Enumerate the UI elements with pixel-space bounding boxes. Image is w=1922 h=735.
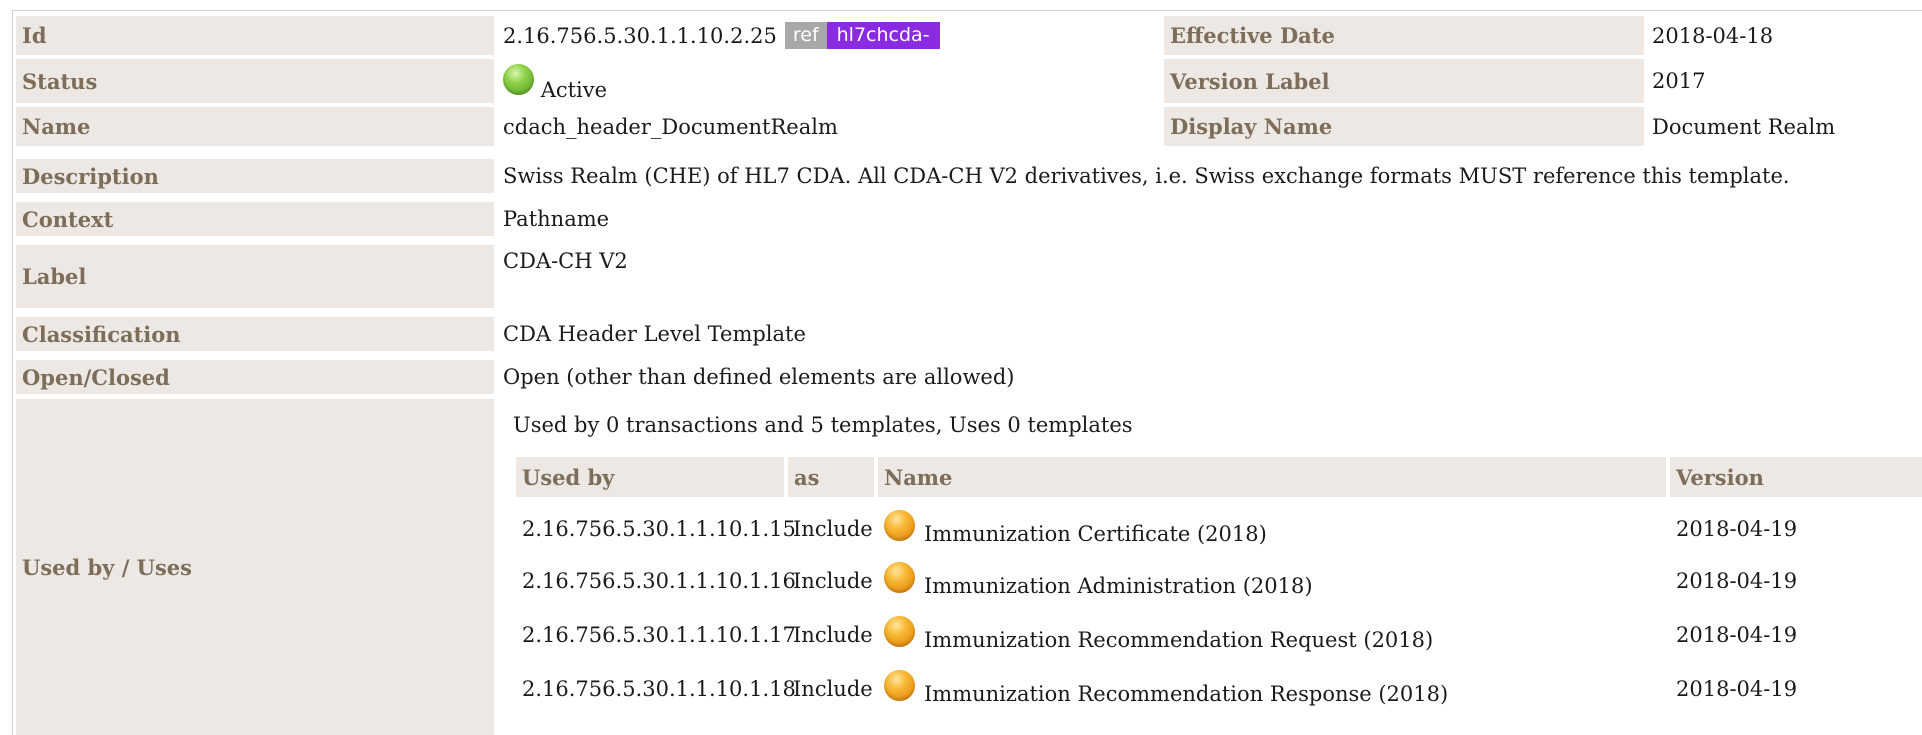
usage-row-as: Include	[793, 569, 873, 593]
id-label: Id	[16, 16, 494, 55]
name-value: cdach_header_DocumentRealm	[503, 114, 838, 139]
usage-header-name: Name	[878, 457, 1666, 497]
display-name-value: Document Realm	[1652, 114, 1836, 139]
usage-row-id[interactable]: 2.16.756.5.30.1.1.10.1.18	[522, 677, 796, 701]
status-draft-icon	[884, 562, 915, 593]
usage-row-id[interactable]: 2.16.756.5.30.1.1.10.1.17	[522, 623, 796, 647]
description-label: Description	[16, 159, 494, 193]
usage-row-name[interactable]: Immunization Recommendation Response (20…	[924, 682, 1448, 706]
status-draft-icon	[884, 616, 915, 647]
open-closed-label: Open/Closed	[16, 360, 494, 394]
effective-date-label: Effective Date	[1164, 16, 1644, 55]
context-value: Pathname	[503, 207, 610, 231]
label-label: Label	[16, 245, 494, 308]
status-value: Active	[540, 78, 608, 102]
usage-row-version: 2018-04-19	[1676, 623, 1798, 647]
usage-row-version: 2018-04-19	[1676, 677, 1798, 701]
usage-row-as: Include	[793, 517, 873, 541]
usage-row-version: 2018-04-19	[1676, 517, 1798, 541]
id-value-group: 2.16.756.5.30.1.1.10.2.25 ref hl7chcda-	[503, 16, 940, 55]
effective-date-value: 2018-04-18	[1652, 23, 1774, 48]
id-value: 2.16.756.5.30.1.1.10.2.25	[503, 23, 777, 48]
label-value: CDA-CH V2	[503, 249, 628, 273]
name-label: Name	[16, 107, 494, 146]
prefix-tag: hl7chcda-	[826, 22, 940, 49]
ref-tag: ref	[784, 22, 827, 49]
status-draft-icon	[884, 510, 915, 541]
version-label-value: 2017	[1652, 69, 1706, 93]
status-active-icon	[503, 64, 534, 95]
usage-row-name[interactable]: Immunization Certificate (2018)	[924, 522, 1267, 546]
status-value-group: Active	[503, 64, 607, 102]
usage-header-as: as	[788, 457, 874, 497]
usage-header-used-by: Used by	[516, 457, 784, 497]
version-label-label: Version Label	[1164, 59, 1644, 103]
status-draft-icon	[884, 670, 915, 701]
status-label: Status	[16, 59, 494, 103]
usage-row-id[interactable]: 2.16.756.5.30.1.1.10.1.16	[522, 569, 796, 593]
display-name-label: Display Name	[1164, 107, 1644, 146]
usage-summary: Used by 0 transactions and 5 templates, …	[513, 413, 1133, 437]
context-label: Context	[16, 202, 494, 236]
open-closed-value: Open (other than defined elements are al…	[503, 365, 1015, 389]
usage-row-name[interactable]: Immunization Administration (2018)	[924, 574, 1313, 598]
usage-row-version: 2018-04-19	[1676, 569, 1798, 593]
usage-row-id[interactable]: 2.16.756.5.30.1.1.10.1.15	[522, 517, 796, 541]
usage-row-as: Include	[793, 677, 873, 701]
classification-label: Classification	[16, 317, 494, 351]
usage-row-as: Include	[793, 623, 873, 647]
classification-value: CDA Header Level Template	[503, 322, 806, 346]
usage-row-name[interactable]: Immunization Recommendation Request (201…	[924, 628, 1433, 652]
used-by-uses-label: Used by / Uses	[16, 399, 494, 735]
description-value: Swiss Realm (CHE) of HL7 CDA. All CDA-CH…	[503, 164, 1790, 188]
usage-header-version: Version	[1670, 457, 1922, 497]
